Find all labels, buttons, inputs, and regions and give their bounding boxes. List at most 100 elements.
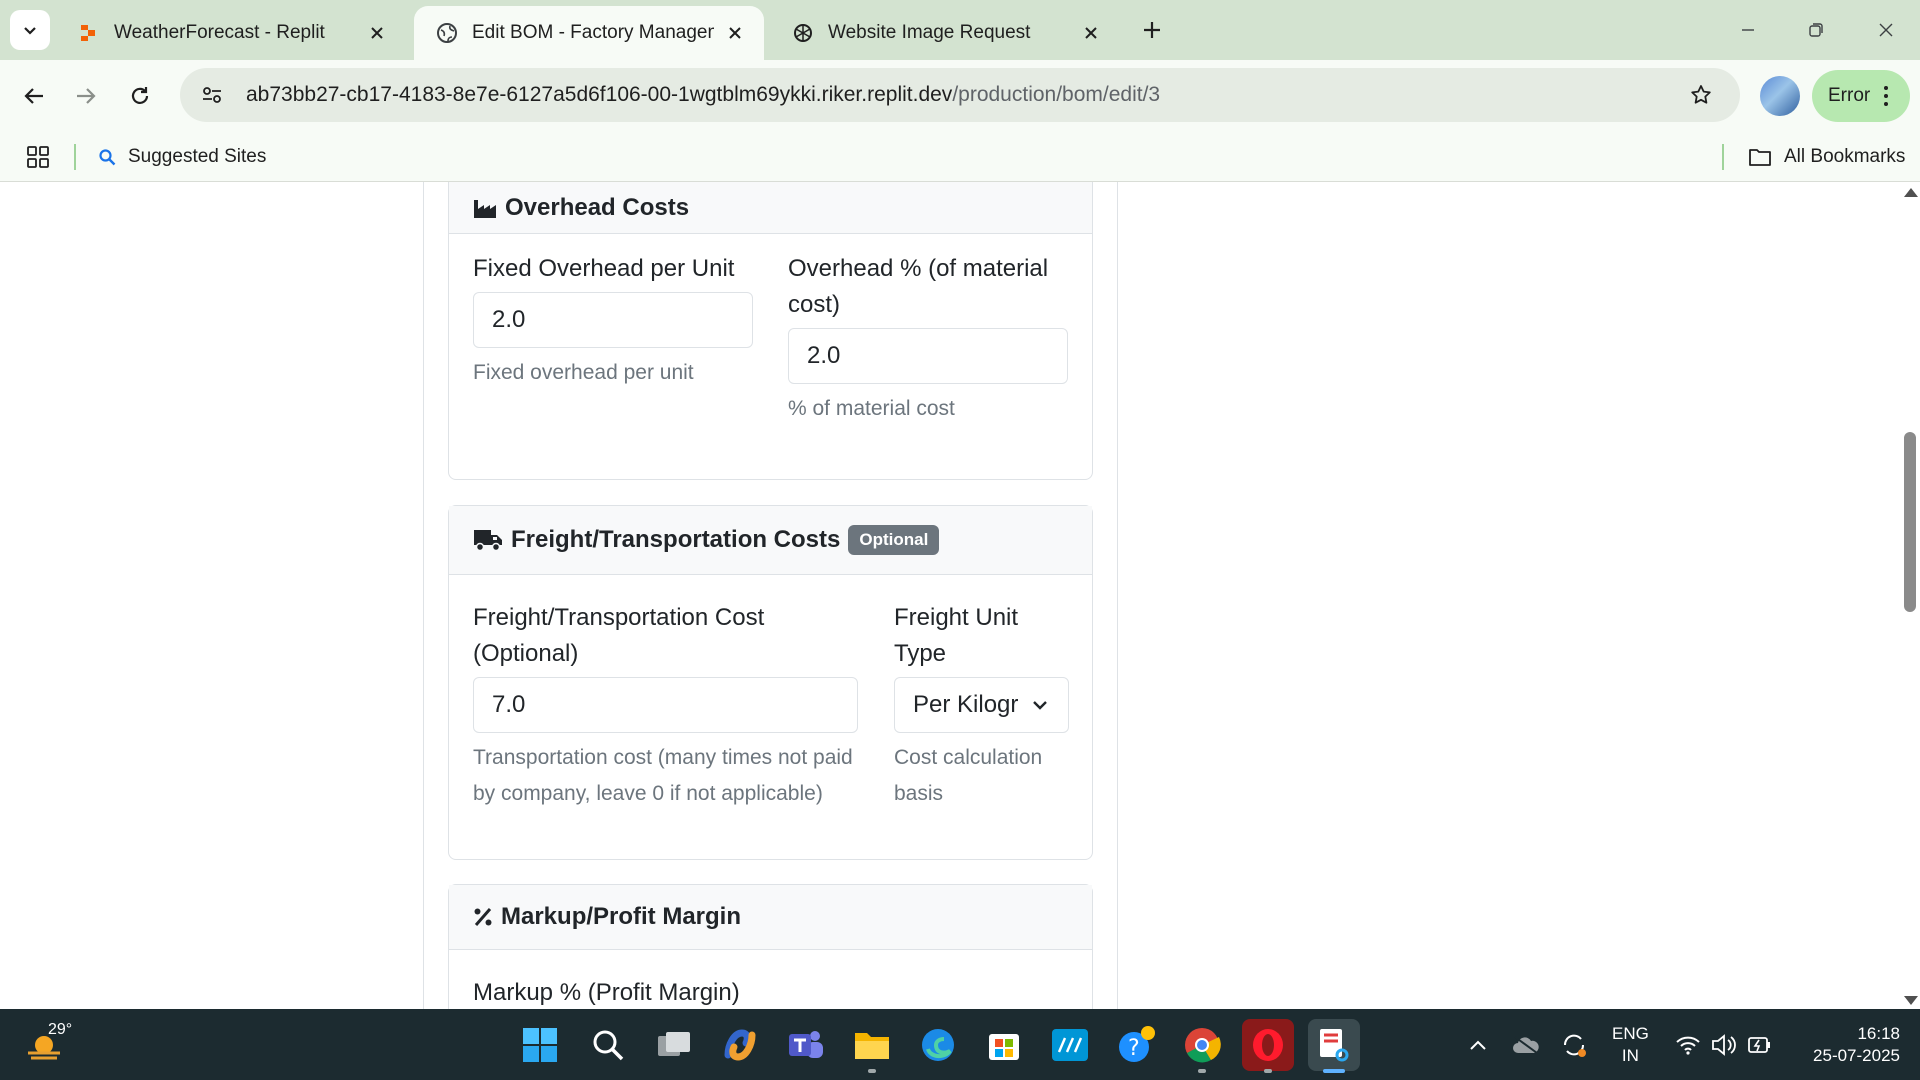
scroll-up-arrow-icon[interactable] [1904, 188, 1918, 197]
clock-date: 25-07-2025 [1813, 1046, 1900, 1065]
tab-search-button[interactable] [10, 10, 50, 50]
language-indicator[interactable]: ENG IN [1612, 1023, 1649, 1067]
restore-button[interactable] [1792, 12, 1840, 48]
minimize-button[interactable] [1724, 12, 1772, 48]
chevron-down-icon [1033, 701, 1047, 710]
close-icon[interactable] [722, 20, 748, 46]
taskbar-edge[interactable] [912, 1019, 964, 1071]
page-viewport: Overhead Costs Fixed Overhead per Unit 2… [0, 182, 1920, 1009]
profile-error-button[interactable]: Error [1812, 70, 1910, 122]
bookmark-suggested-sites[interactable]: Suggested Sites [98, 132, 266, 182]
more-menu-icon [1884, 86, 1889, 106]
tab-website-image-request[interactable]: Website Image Request [770, 6, 1120, 60]
url-text: ab73bb27-cb17-4183-8e7e-6127a5d6f106-00-… [246, 83, 1160, 107]
region-code: IN [1621, 1046, 1639, 1065]
show-hidden-icons-button[interactable] [1462, 1029, 1494, 1061]
profile-avatar[interactable] [1760, 76, 1800, 116]
percent-icon [473, 907, 493, 927]
tab-weatherforecast[interactable]: WeatherForecast - Replit [56, 6, 406, 60]
freight-unit-label-line1: Freight Unit [894, 604, 1019, 631]
reload-button[interactable] [120, 76, 160, 116]
fixed-overhead-label: Fixed Overhead per Unit [473, 255, 735, 282]
apps-grid-icon[interactable] [26, 145, 50, 169]
back-button[interactable] [14, 76, 54, 116]
overhead-percent-help: % of material cost [788, 397, 955, 420]
sync-icon [1563, 1034, 1586, 1057]
snipping-tool-icon [1320, 1029, 1349, 1062]
system-clock[interactable]: 16:18 25-07-2025 [1788, 1023, 1900, 1067]
windows-taskbar: 29° ? ENG IN 16:18 25-07-2025 [0, 1009, 1920, 1080]
all-bookmarks-button[interactable]: All Bookmarks [1748, 132, 1905, 182]
task-view-icon [658, 1032, 690, 1056]
task-view-button[interactable] [648, 1019, 700, 1071]
taskbar-myhp[interactable] [1044, 1019, 1096, 1071]
markup-card: Markup/Profit Margin Markup % (Profit Ma… [448, 884, 1093, 1009]
markup-percent-label: Markup % (Profit Margin) [473, 979, 740, 1006]
taskbar-file-explorer[interactable] [846, 1019, 898, 1073]
bookmarks-bar: Suggested Sites All Bookmarks [0, 132, 1920, 182]
tab-title: Website Image Request [828, 22, 1031, 43]
taskbar-snipping-tool[interactable] [1308, 1019, 1360, 1073]
freight-cost-input[interactable]: 7.0 [473, 677, 858, 733]
weather-widget[interactable]: 29° [24, 1021, 84, 1069]
freight-cost-label-line2: (Optional) [473, 640, 579, 667]
freight-cost-help-line1: Transportation cost (many times not paid [473, 746, 853, 769]
wifi-tray[interactable] [1672, 1029, 1704, 1061]
globe-icon [436, 22, 458, 44]
freight-title: Freight/Transportation Costs [511, 526, 841, 553]
volume-tray[interactable] [1708, 1029, 1740, 1061]
browser-toolbar: ab73bb27-cb17-4183-8e7e-6127a5d6f106-00-… [0, 60, 1920, 132]
markup-card-header: Markup/Profit Margin [449, 885, 1092, 950]
url-path: /production/bom/edit/3 [952, 83, 1161, 106]
freight-unit-help-line1: Cost calculation [894, 746, 1043, 769]
taskbar-search[interactable] [582, 1019, 634, 1071]
bookmark-star-icon[interactable] [1682, 76, 1720, 114]
bookmark-label: Suggested Sites [128, 146, 267, 167]
tab-title: WeatherForecast - Replit [114, 22, 325, 43]
address-bar[interactable]: ab73bb27-cb17-4183-8e7e-6127a5d6f106-00-… [180, 68, 1740, 122]
close-icon[interactable] [364, 20, 390, 46]
sync-tray[interactable] [1558, 1029, 1590, 1061]
freight-cost-help-line2: by company, leave 0 if not applicable) [473, 782, 823, 805]
plus-icon [1144, 22, 1160, 38]
battery-charging-icon [1748, 1037, 1770, 1053]
taskbar-help[interactable]: ? [1110, 1019, 1162, 1071]
close-icon[interactable] [1078, 20, 1104, 46]
freight-unit-select[interactable]: Per Kilogr [894, 677, 1069, 733]
minimize-icon [1742, 29, 1754, 31]
scroll-down-arrow-icon[interactable] [1904, 996, 1918, 1005]
page-scrollbar[interactable] [1900, 182, 1920, 1009]
close-window-button[interactable] [1862, 12, 1910, 48]
scrollbar-thumb[interactable] [1904, 432, 1916, 612]
overhead-percent-input[interactable]: 2.0 [788, 328, 1068, 384]
battery-tray[interactable] [1744, 1029, 1776, 1061]
fixed-overhead-input[interactable]: 2.0 [473, 292, 753, 348]
myhp-icon [1052, 1029, 1088, 1061]
start-button[interactable] [514, 1019, 566, 1071]
restore-icon [1809, 23, 1823, 37]
svg-text:?: ? [1128, 1036, 1140, 1061]
taskbar-teams[interactable] [780, 1019, 832, 1071]
site-info-icon[interactable] [192, 75, 232, 115]
tab-edit-bom[interactable]: Edit BOM - Factory Management [414, 6, 764, 60]
error-label: Error [1828, 85, 1871, 106]
store-icon [989, 1034, 1019, 1060]
new-tab-button[interactable] [1136, 14, 1168, 46]
taskbar-chrome[interactable] [1176, 1019, 1228, 1073]
bookmarks-divider [1722, 144, 1724, 170]
column-divider [423, 182, 424, 1009]
cloud-icon [1513, 1036, 1539, 1054]
taskbar-opera[interactable] [1242, 1019, 1294, 1073]
truck-icon [473, 528, 503, 552]
markup-title: Markup/Profit Margin [501, 903, 742, 930]
taskbar-copilot[interactable] [714, 1019, 766, 1071]
chevron-down-icon [24, 27, 36, 35]
help-icon: ? [1119, 1026, 1155, 1062]
windows-logo-icon [523, 1028, 557, 1062]
taskbar-store[interactable] [978, 1019, 1030, 1071]
chrome-icon [1185, 1028, 1221, 1063]
onedrive-tray[interactable] [1510, 1029, 1542, 1061]
active-indicator [1323, 1069, 1345, 1073]
forward-button[interactable] [66, 76, 106, 116]
overhead-costs-card: Overhead Costs Fixed Overhead per Unit 2… [448, 182, 1093, 480]
